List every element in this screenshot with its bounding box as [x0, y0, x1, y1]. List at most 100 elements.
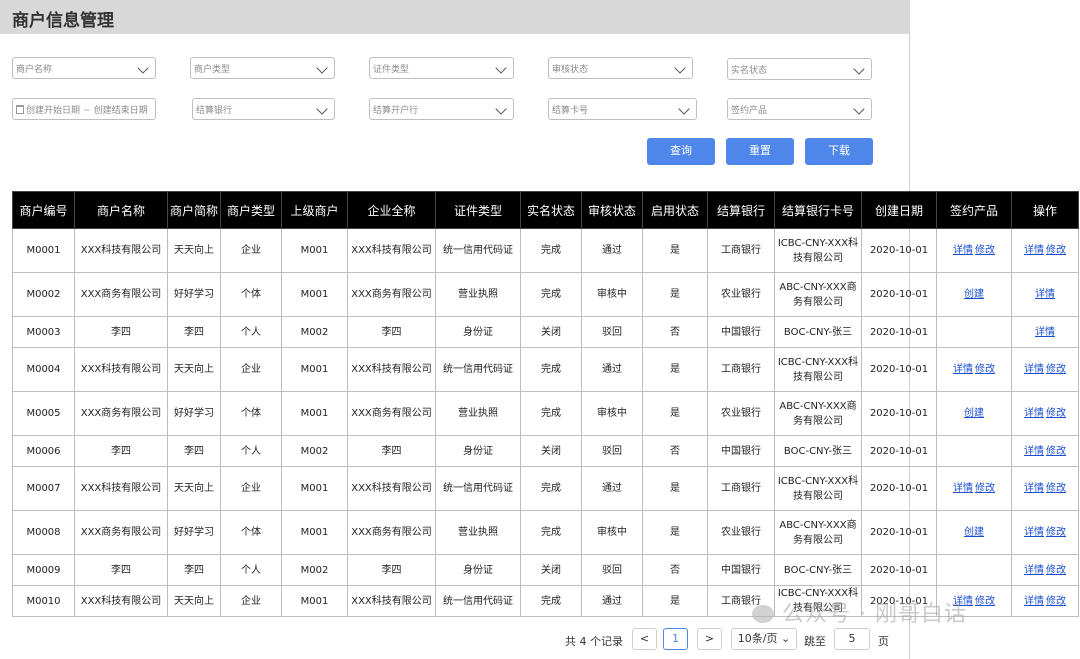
reset-button[interactable]: 重置 [726, 138, 794, 165]
query-button[interactable]: 查询 [647, 138, 715, 165]
cell-id: M0004 [12, 347, 75, 392]
ops-link[interactable]: 详情 [1024, 408, 1044, 419]
settle-branch-select[interactable]: 结算开户行 [369, 98, 514, 120]
total-records: 共 4 个记录 [565, 635, 623, 648]
cell-cert: 营业执照 [435, 391, 521, 436]
settle-card-placeholder: 结算卡号 [552, 106, 589, 116]
cell-review: 审核中 [581, 391, 643, 436]
cell-cert: 统一信用代码证 [435, 585, 521, 617]
cell-ops: 详情 修改 [1011, 228, 1079, 273]
ops-link[interactable]: 修改 [1046, 364, 1066, 375]
ops-link[interactable]: 详情 [1035, 327, 1055, 338]
chevron-down-icon [674, 62, 686, 74]
current-page[interactable]: 1 [663, 628, 688, 650]
cell-ops: 详情 修改 [1011, 510, 1079, 555]
table-row: M0002 XXX商务有限公司 好好学习 个体 M001 XXX商务有限公司 营业执照 完成审… [12, 272, 1079, 317]
date-range-picker[interactable]: 创建开始日期 ~ 创建结束日期 [12, 98, 156, 120]
table-row: M0003 李四 李四 个人 M002 李四 身份证 关闭 驳回否中国银行 BOC-CNY-张三 2… [12, 316, 1079, 348]
ops-link[interactable]: 修改 [1046, 565, 1066, 576]
cell-enabled: 是 [642, 585, 708, 617]
settle-card-select[interactable]: 结算卡号 [548, 98, 697, 120]
product-link[interactable]: 修改 [975, 245, 995, 256]
id-type-select[interactable]: 证件类型 [369, 57, 514, 79]
realname-status-select[interactable]: 实名状态 [727, 58, 872, 80]
prev-page-button[interactable]: < [632, 628, 657, 650]
product-link[interactable]: 创建 [964, 408, 984, 419]
column-header: 上级商户 [281, 191, 348, 229]
merchant-table: 商户编号 商户名称 商户简称 商户类型 上级商户 企业全称 证件类型 实名状态 审核状态 启用状态… [12, 191, 1079, 617]
cell-id: M0002 [12, 272, 75, 317]
watermark: 公众号 · 刚哥白话 [752, 596, 967, 628]
cell-id: M0006 [12, 435, 75, 467]
product-link[interactable]: 创建 [964, 289, 984, 300]
cell-card: BOC-CNY-张三 [774, 554, 862, 586]
chevron-down-icon [678, 103, 690, 115]
table-header: 商户编号 商户名称 商户简称 商户类型 上级商户 企业全称 证件类型 实名状态 审核状态 启用状态… [12, 191, 1079, 229]
ops-link[interactable]: 详情 [1024, 565, 1044, 576]
table-row: M0004 XXX科技有限公司 天天向上 企业 M001 XXX科技有限公司 统一信用代码证… [12, 347, 1079, 392]
calendar-icon [16, 105, 24, 114]
ops-link[interactable]: 详情 [1024, 483, 1044, 494]
product-link[interactable]: 详情 [953, 483, 973, 494]
ops-link[interactable]: 修改 [1046, 245, 1066, 256]
cell-bank: 中国银行 [707, 435, 775, 467]
cell-name: XXX科技有限公司 [74, 466, 168, 511]
cell-realname: 完成 [520, 466, 582, 511]
cell-id: M0005 [12, 391, 75, 436]
cell-product [936, 554, 1012, 586]
ops-link[interactable]: 修改 [1046, 446, 1066, 457]
cell-short: 好好学习 [167, 391, 221, 436]
cell-cert: 统一信用代码证 [435, 228, 521, 273]
cell-type: 个体 [220, 510, 282, 555]
column-header: 商户编号 [12, 191, 75, 229]
cell-parent: M001 [281, 466, 348, 511]
contract-product-select[interactable]: 签约产品 [727, 98, 872, 120]
cell-bank: 中国银行 [707, 554, 775, 586]
jump-page-input[interactable]: 5 [834, 628, 870, 650]
ops-link[interactable]: 修改 [1046, 483, 1066, 494]
ops-link[interactable]: 详情 [1024, 527, 1044, 538]
column-header: 结算银行卡号 [774, 191, 862, 229]
cell-card: ABC-CNY-XXX商务有限公司 [774, 510, 862, 555]
ops-link[interactable]: 详情 [1024, 446, 1044, 457]
cell-product: 创建 [936, 391, 1012, 436]
review-status-placeholder: 审核状态 [552, 65, 589, 75]
column-header: 操作 [1011, 191, 1079, 229]
product-link[interactable]: 修改 [975, 364, 995, 375]
page-size-select[interactable]: 10条/页 ⌄ [731, 628, 797, 650]
merchant-name-select[interactable]: 商户名称 [12, 57, 156, 79]
ops-link[interactable]: 详情 [1024, 596, 1044, 607]
ops-link[interactable]: 详情 [1024, 364, 1044, 375]
cell-id: M0010 [12, 585, 75, 617]
cell-review: 通过 [581, 585, 643, 617]
date-range-placeholder: 创建开始日期 ~ 创建结束日期 [16, 103, 148, 116]
ops-link[interactable]: 详情 [1035, 289, 1055, 300]
merchant-type-select[interactable]: 商户类型 [190, 57, 335, 79]
ops-link[interactable]: 修改 [1046, 408, 1066, 419]
product-link[interactable]: 创建 [964, 527, 984, 538]
cell-name: XXX科技有限公司 [74, 228, 168, 273]
cell-enabled: 是 [642, 272, 708, 317]
settle-bank-placeholder: 结算银行 [196, 106, 233, 116]
product-link[interactable]: 修改 [975, 483, 995, 494]
product-link[interactable]: 修改 [975, 596, 995, 607]
download-button[interactable]: 下载 [805, 138, 873, 165]
cell-type: 个人 [220, 554, 282, 586]
ops-link[interactable]: 修改 [1046, 596, 1066, 607]
product-link[interactable]: 详情 [953, 245, 973, 256]
cell-parent: M002 [281, 554, 348, 586]
cell-cert: 营业执照 [435, 272, 521, 317]
ops-link[interactable]: 修改 [1046, 527, 1066, 538]
cell-product [936, 316, 1012, 348]
next-page-button[interactable]: > [697, 628, 722, 650]
settle-bank-select[interactable]: 结算银行 [192, 98, 335, 120]
cell-type: 个人 [220, 435, 282, 467]
merchant-name-placeholder: 商户名称 [16, 65, 53, 75]
review-status-select[interactable]: 审核状态 [548, 57, 693, 79]
cell-id: M0008 [12, 510, 75, 555]
product-link[interactable]: 详情 [953, 364, 973, 375]
cell-realname: 完成 [520, 272, 582, 317]
cell-parent: M001 [281, 347, 348, 392]
cell-cert: 统一信用代码证 [435, 347, 521, 392]
ops-link[interactable]: 详情 [1024, 245, 1044, 256]
